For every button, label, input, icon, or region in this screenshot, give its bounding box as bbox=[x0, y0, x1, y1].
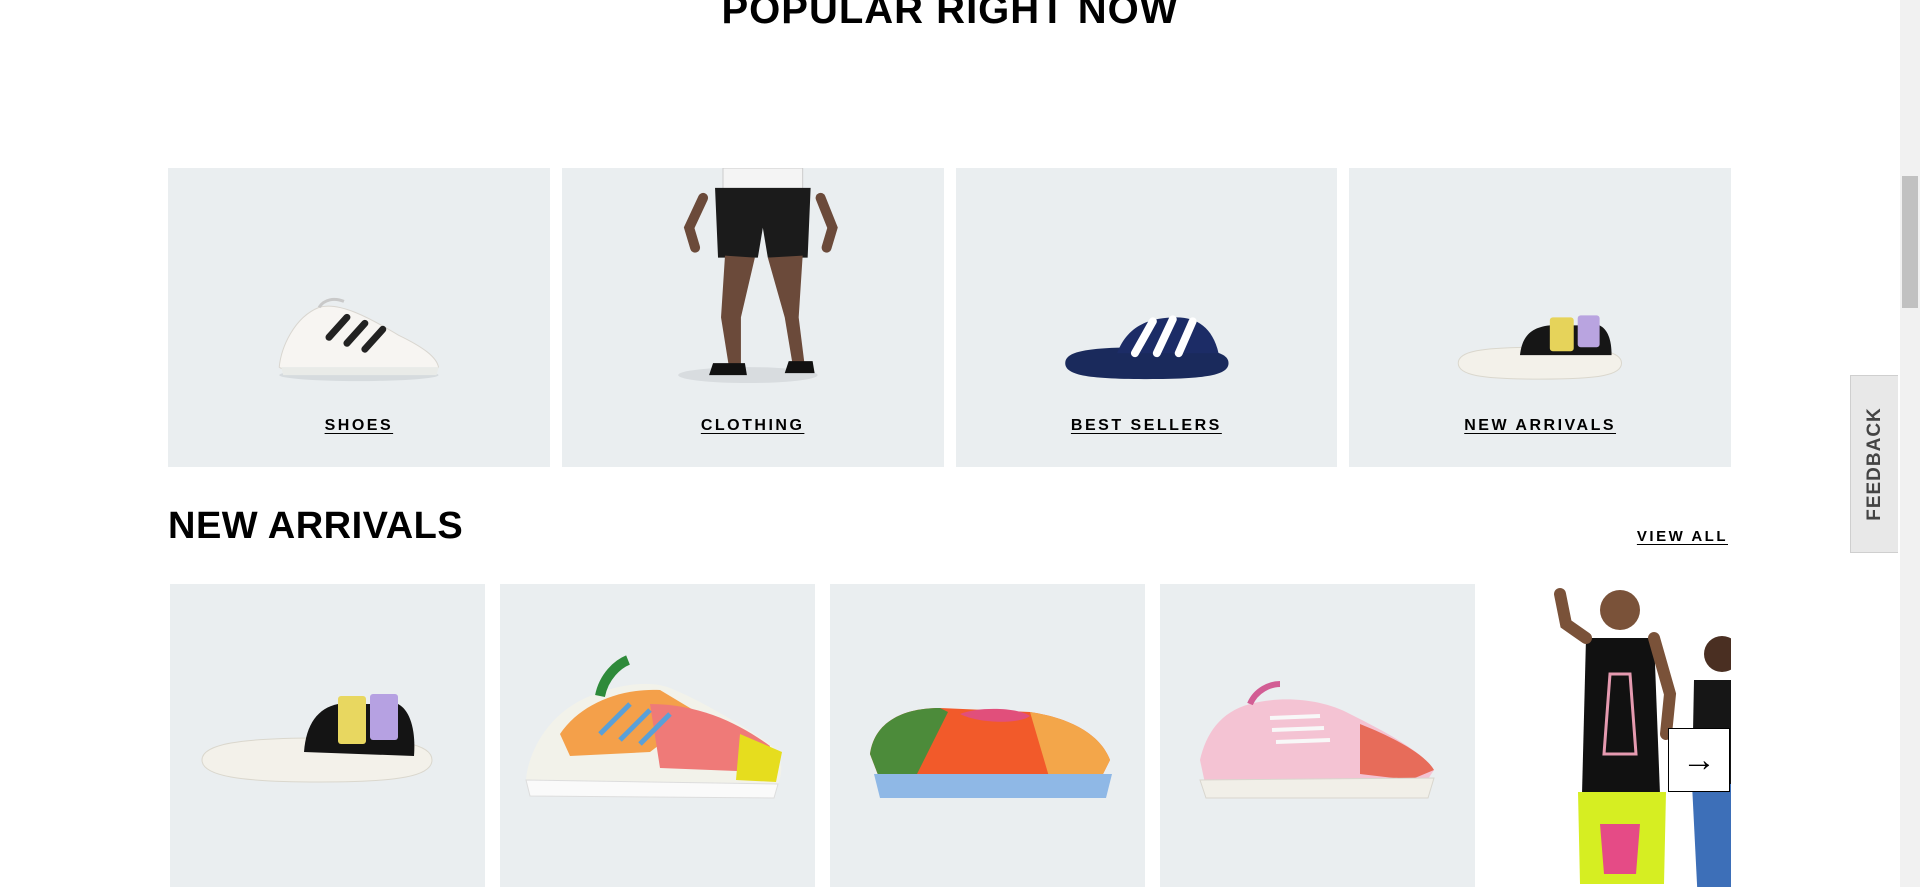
product-card[interactable] bbox=[1160, 584, 1475, 887]
product-card[interactable] bbox=[170, 584, 485, 887]
category-grid: SHOES CLOTHING BEST SELLERS NEW ARRIVALS bbox=[168, 168, 1731, 467]
carousel-next-button[interactable]: → bbox=[1668, 728, 1730, 792]
category-card-shoes[interactable]: SHOES bbox=[168, 168, 550, 467]
clothing-image bbox=[562, 168, 944, 397]
feedback-tab[interactable]: FEEDBACK bbox=[1850, 375, 1898, 553]
slide-sandal-image bbox=[956, 168, 1338, 397]
product-image-slip-on bbox=[870, 708, 1112, 798]
new-arrivals-carousel bbox=[170, 584, 1731, 887]
category-label: BEST SELLERS bbox=[1070, 417, 1222, 434]
arrow-right-icon: → bbox=[1682, 741, 1716, 779]
new-arrivals-header: NEW ARRIVALS VIEW ALL bbox=[168, 505, 1728, 557]
product-card[interactable] bbox=[500, 584, 815, 887]
slide-sandal-image bbox=[1349, 168, 1731, 397]
category-label: SHOES bbox=[324, 417, 394, 434]
category-label: CLOTHING bbox=[700, 417, 805, 434]
view-all-link[interactable]: VIEW ALL bbox=[1637, 528, 1728, 545]
feedback-label: FEEDBACK bbox=[1863, 407, 1885, 521]
category-label: NEW ARRIVALS bbox=[1464, 417, 1617, 434]
new-arrivals-title: NEW ARRIVALS bbox=[168, 505, 464, 547]
category-card-best-sellers[interactable]: BEST SELLERS bbox=[955, 168, 1338, 467]
page: POPULAR RIGHT NOW SHOES CLOTHING BEST SE… bbox=[0, 0, 1920, 887]
scrollbar-thumb[interactable] bbox=[1902, 176, 1918, 308]
product-card[interactable] bbox=[830, 584, 1145, 887]
popular-section-title: POPULAR RIGHT NOW bbox=[721, 0, 1179, 32]
product-image-sneaker bbox=[525, 655, 782, 799]
category-card-clothing[interactable]: CLOTHING bbox=[561, 168, 944, 467]
shoe-image bbox=[168, 168, 550, 397]
product-image-slide bbox=[201, 694, 433, 783]
product-image-pink-sneaker bbox=[1199, 681, 1435, 799]
scrollbar-track[interactable] bbox=[1900, 0, 1920, 887]
category-card-new-arrivals[interactable]: NEW ARRIVALS bbox=[1349, 168, 1731, 467]
